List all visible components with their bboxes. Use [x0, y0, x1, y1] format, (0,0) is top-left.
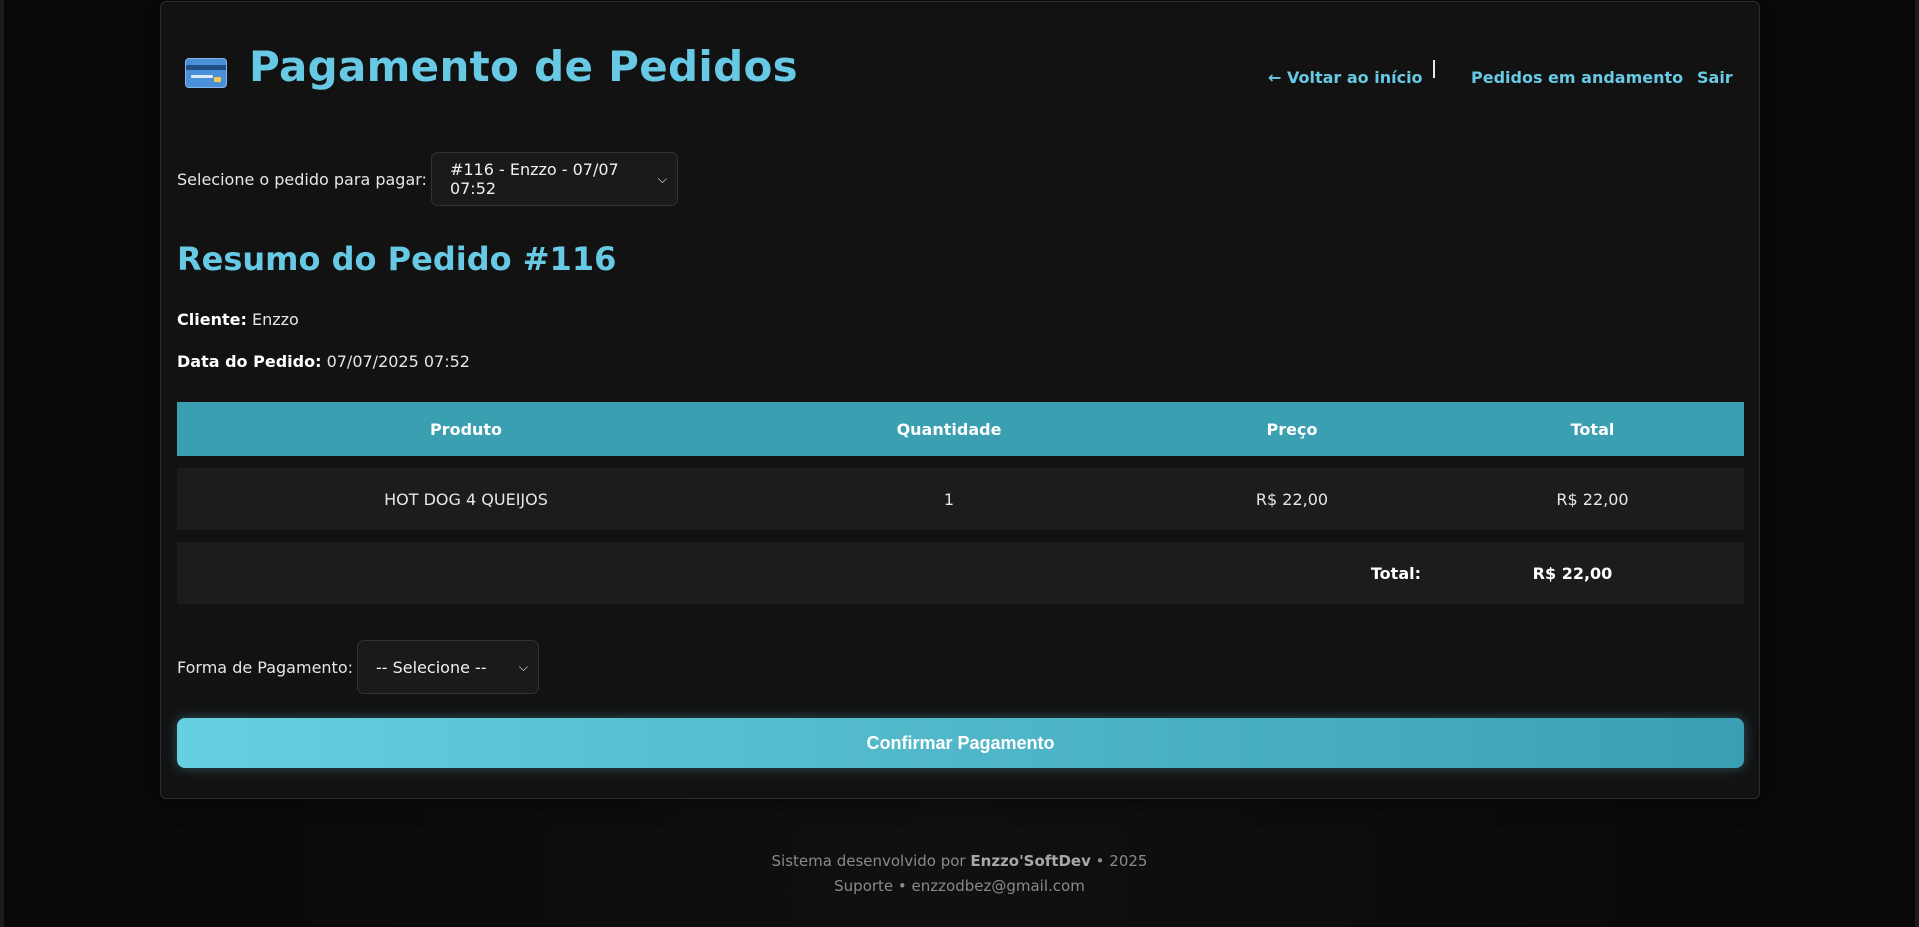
order-select-label: Selecione o pedido para pagar: — [177, 169, 427, 189]
payment-method-value: -- Selecione -- — [376, 657, 487, 677]
order-select-value: #116 - Enzzo - 07/07 07:52 — [449, 160, 619, 198]
confirm-payment-button[interactable]: Confirmar Pagamento — [177, 718, 1744, 768]
column-header-total: Total — [1570, 419, 1615, 439]
cell-quantity: 1 — [943, 489, 955, 509]
client-value: Enzzo — [251, 310, 299, 329]
nav-separator — [1433, 60, 1435, 78]
order-summary-title: Resumo do Pedido #116 — [177, 240, 617, 278]
page-title: Pagamento de Pedidos — [249, 42, 798, 91]
window-frame-right — [1915, 0, 1919, 927]
page-header: Pagamento de Pedidos ← Voltar ao início … — [161, 2, 1759, 122]
nav-exit-link[interactable]: Sair — [1697, 68, 1733, 87]
order-select-row: Selecione o pedido para pagar: #116 - En… — [177, 152, 678, 206]
payment-method-row: Forma de Pagamento: -- Selecione -- ⌵ — [177, 640, 539, 694]
order-select[interactable]: #116 - Enzzo - 07/07 07:52 ⌵ — [430, 152, 678, 206]
footer-prefix: Sistema desenvolvido por — [771, 852, 966, 870]
order-date-value: 07/07/2025 07:52 — [326, 352, 470, 371]
footer-year: • 2025 — [1095, 852, 1148, 870]
payment-card: Pagamento de Pedidos ← Voltar ao início … — [160, 1, 1760, 799]
column-header-price: Preço — [1266, 419, 1318, 439]
footer-support: Suporte • enzzodbez@gmail.com — [834, 877, 1085, 895]
order-items-table: Produto Quantidade Preço Total HOT DOG 4… — [177, 402, 1744, 604]
order-date-label: Data do Pedido: — [177, 352, 322, 371]
nav-orders-in-progress-link[interactable]: Pedidos em andamento — [1471, 68, 1683, 87]
client-label: Cliente: — [177, 310, 247, 329]
footer-credits: Sistema desenvolvido por Enzzo'SoftDev •… — [0, 852, 1919, 870]
table-row: HOT DOG 4 QUEIJOS 1 R$ 22,00 R$ 22,00 — [177, 468, 1744, 530]
cell-price: R$ 22,00 — [1255, 489, 1329, 509]
column-header-product: Produto — [429, 419, 503, 439]
nav-back-home-link[interactable]: ← Voltar ao início — [1268, 68, 1423, 87]
total-label: Total: — [1370, 563, 1421, 583]
window-frame-left — [0, 0, 4, 927]
total-value: R$ 22,00 — [1532, 563, 1613, 583]
chevron-down-icon: ⌵ — [518, 659, 528, 674]
cell-total: R$ 22,00 — [1556, 489, 1629, 509]
column-header-quantity: Quantidade — [896, 419, 1002, 439]
order-date-info: Data do Pedido: 07/07/2025 07:52 — [177, 352, 470, 371]
table-total-row: Total: R$ 22,00 — [177, 542, 1744, 604]
footer-brand: Enzzo'SoftDev — [970, 852, 1091, 870]
payment-method-label: Forma de Pagamento: — [177, 657, 353, 677]
credit-card-icon — [185, 58, 227, 88]
cell-product: HOT DOG 4 QUEIJOS — [384, 489, 548, 509]
chevron-down-icon: ⌵ — [657, 171, 667, 186]
client-info: Cliente: Enzzo — [177, 310, 299, 329]
payment-method-select[interactable]: -- Selecione -- ⌵ — [357, 640, 539, 694]
table-header: Produto Quantidade Preço Total — [177, 402, 1744, 456]
